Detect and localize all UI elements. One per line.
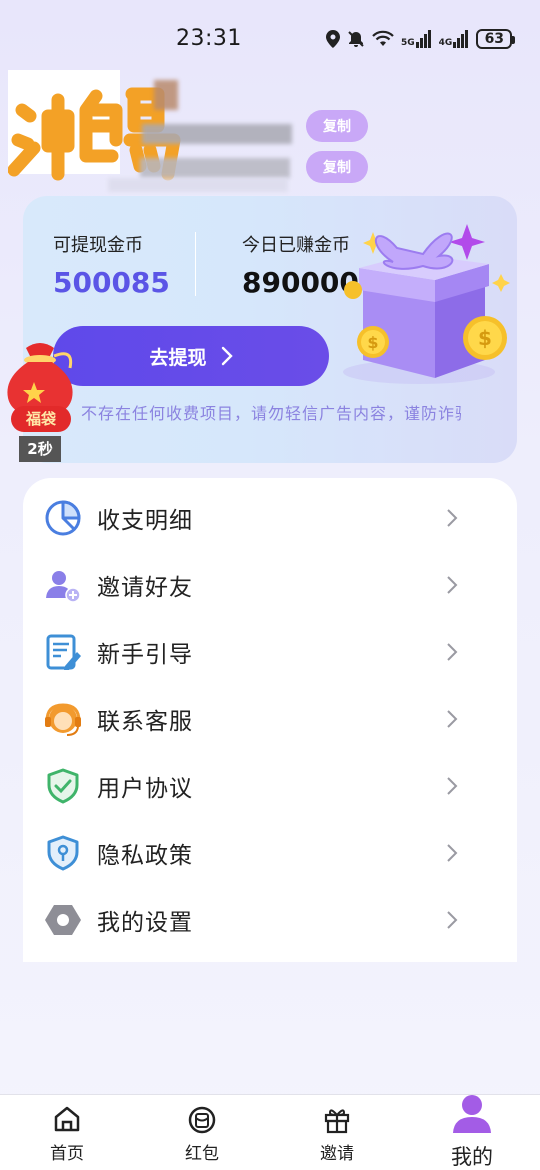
menu-item-label: 我的设置 <box>97 909 193 936</box>
status-bar: 23:31 5G 4G 63 <box>0 0 540 78</box>
gift-box-illustration: $ $ <box>343 224 510 384</box>
chevron-right-icon <box>447 709 458 728</box>
signal-5g: 5G <box>401 30 432 48</box>
signal-bars-icon <box>453 30 469 48</box>
menu-item-my-settings[interactable]: 我的设置 <box>23 886 517 953</box>
menu-item-label: 新手引导 <box>97 641 193 668</box>
today-earned-label: 今日已赚金币 <box>242 235 350 256</box>
menu-item-label: 邀请好友 <box>97 574 193 601</box>
withdraw-button[interactable]: 去提现 <box>53 326 329 386</box>
chevron-right-icon <box>447 910 458 929</box>
copy-button-2[interactable]: 复制 <box>306 151 368 183</box>
withdrawable-label: 可提现金币 <box>53 235 143 256</box>
add-user-icon <box>46 570 81 603</box>
copy-button-1[interactable]: 复制 <box>306 110 368 142</box>
menu-item-label: 用户协议 <box>97 775 193 802</box>
battery-indicator: 63 <box>476 29 516 49</box>
bottom-nav: 首页 红包 邀请 我的 <box>0 1094 540 1170</box>
network-4g-label: 4G <box>438 38 453 48</box>
tab-home[interactable]: 首页 <box>22 1095 112 1170</box>
signal-4g: 4G <box>439 30 470 48</box>
wallet-card: 可提现金币 今日已赚金币 500085 890000 $ $ 去提现 不存在任何… <box>23 196 517 463</box>
menu-card: 收支明细 邀请好友 新手引导 联系客服 用户协议 隐私政策 我的设置 <box>23 478 517 962</box>
menu-item-label: 收支明细 <box>97 507 193 534</box>
tab-red-packet-label: 红包 <box>185 1144 219 1164</box>
tab-mine-label: 我的 <box>451 1145 493 1169</box>
user-icon <box>453 1095 491 1133</box>
tab-red-packet[interactable]: 红包 <box>157 1095 247 1170</box>
pie-chart-icon <box>45 500 81 535</box>
tab-home-label: 首页 <box>50 1144 84 1164</box>
svg-text:$: $ <box>478 326 492 350</box>
chevron-right-icon <box>447 508 458 527</box>
menu-item-user-agreement[interactable]: 用户协议 <box>23 752 517 819</box>
withdraw-button-label: 去提现 <box>149 346 207 369</box>
headset-icon <box>45 702 81 736</box>
tab-invite[interactable]: 邀请 <box>292 1095 382 1170</box>
mute-bell-icon <box>348 31 364 47</box>
notice-marquee: 不存在任何收费项目，请勿轻信广告内容，谨防诈骗 <box>81 404 461 423</box>
user-id-redacted-2 <box>140 158 290 178</box>
menu-item-income-details[interactable]: 收支明细 <box>23 484 517 551</box>
lucky-bag-timer: 2秒 <box>19 436 61 462</box>
location-icon <box>326 30 340 48</box>
wifi-icon <box>372 30 394 46</box>
signal-bars-icon <box>415 30 431 48</box>
wallet-divider <box>195 232 196 296</box>
withdrawable-value: 500085 <box>53 266 170 299</box>
menu-item-customer-service[interactable]: 联系客服 <box>23 685 517 752</box>
tab-invite-label: 邀请 <box>320 1144 354 1164</box>
lucky-bag-label: 福袋 <box>11 406 71 432</box>
guide-document-icon <box>46 634 81 670</box>
svg-text:$: $ <box>367 333 378 352</box>
menu-item-label: 联系客服 <box>97 708 193 735</box>
user-id-redacted-1 <box>142 124 292 144</box>
tab-mine[interactable]: 我的 <box>427 1095 517 1170</box>
chevron-right-icon <box>447 776 458 795</box>
menu-item-invite-friends[interactable]: 邀请好友 <box>23 551 517 618</box>
network-5g-label: 5G <box>401 38 415 48</box>
status-time: 23:31 <box>176 26 242 51</box>
chevron-right-icon <box>447 575 458 594</box>
chevron-right-icon <box>447 843 458 862</box>
menu-item-label: 隐私政策 <box>97 842 193 869</box>
settings-hexagon-icon <box>45 904 81 935</box>
user-name-redacted <box>154 80 178 110</box>
menu-item-privacy-policy[interactable]: 隐私政策 <box>23 819 517 886</box>
chevron-right-icon <box>447 642 458 661</box>
status-icons: 5G 4G 63 <box>326 26 516 52</box>
lucky-bag-widget[interactable]: 福袋 2秒 <box>4 338 76 466</box>
chevron-right-icon <box>221 346 233 366</box>
privacy-shield-icon <box>47 835 79 870</box>
home-icon <box>54 1106 80 1132</box>
red-packet-icon <box>188 1106 216 1134</box>
menu-item-beginner-guide[interactable]: 新手引导 <box>23 618 517 685</box>
profile-underbar-redacted <box>108 178 288 192</box>
gift-icon <box>324 1109 350 1134</box>
shield-check-icon <box>47 768 79 803</box>
